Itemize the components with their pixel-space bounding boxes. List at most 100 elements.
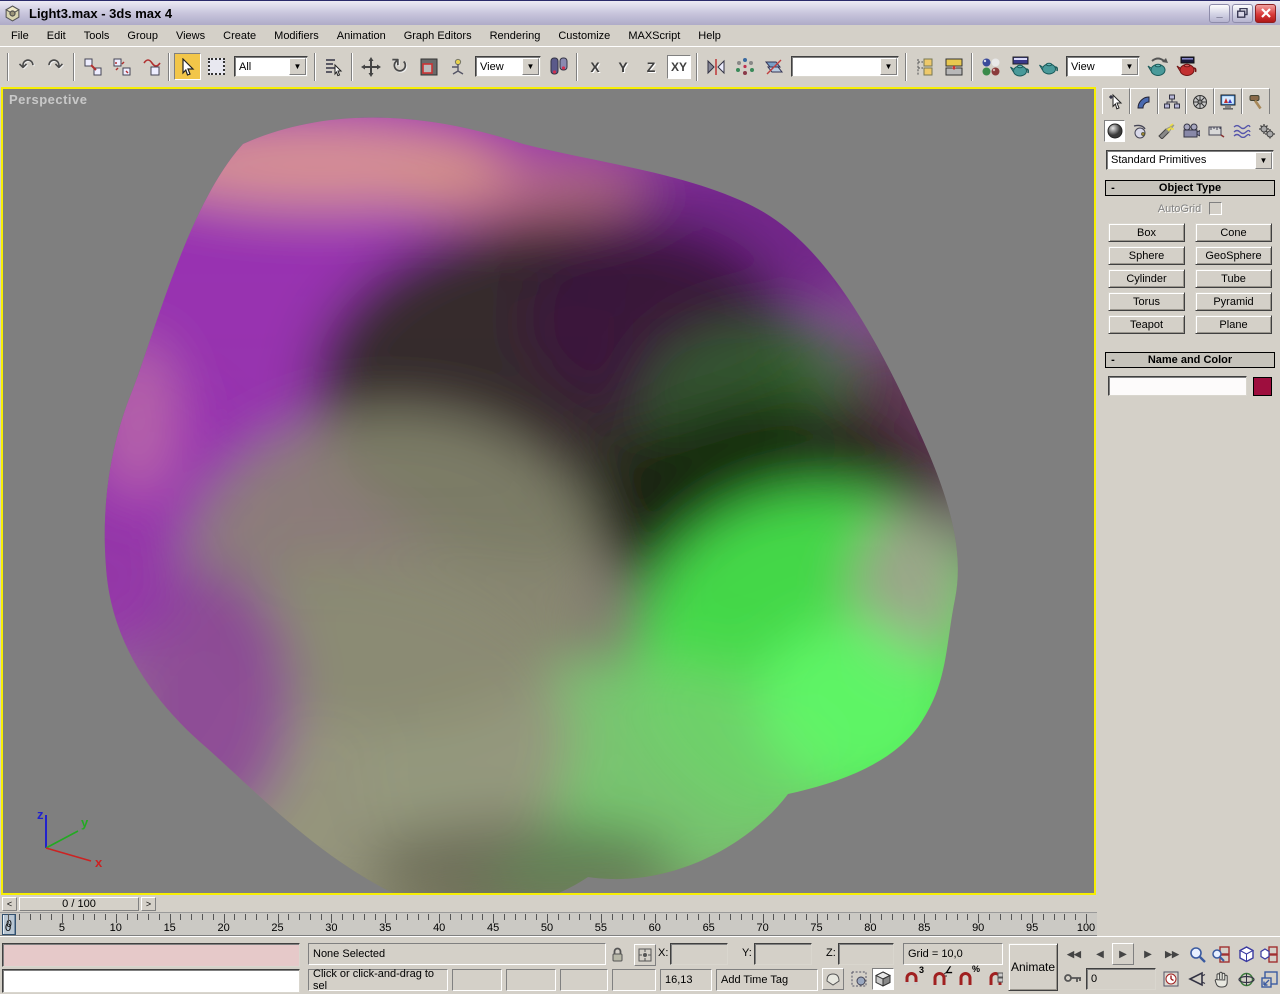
zoom-icon[interactable] <box>1186 943 1208 965</box>
cameras-icon[interactable] <box>1180 120 1201 142</box>
restrict-y-button[interactable]: Y <box>611 55 635 79</box>
goto-start-icon[interactable]: ◀◀ <box>1062 943 1086 965</box>
geometry-icon[interactable] <box>1104 120 1125 142</box>
render-last-icon[interactable] <box>1144 53 1171 80</box>
zoom-extents-all-icon[interactable] <box>1258 943 1280 965</box>
sphere-button[interactable]: Sphere <box>1108 246 1185 265</box>
minimize-button[interactable]: _ <box>1209 4 1230 23</box>
menu-item-file[interactable]: File <box>2 28 38 44</box>
motion-tab[interactable] <box>1186 88 1214 114</box>
named-selection-dropdown[interactable]: ▼ <box>791 56 899 77</box>
mirror-icon[interactable] <box>702 53 729 80</box>
dropdown-arrow-icon[interactable]: ▼ <box>880 58 897 75</box>
tube-button[interactable]: Tube <box>1195 269 1272 288</box>
menu-item-views[interactable]: Views <box>167 28 214 44</box>
select-object-icon[interactable] <box>174 53 201 80</box>
select-and-rotate-icon[interactable]: ↻ <box>386 53 413 80</box>
space-warps-icon[interactable] <box>1231 120 1252 142</box>
restrict-z-button[interactable]: Z <box>639 55 663 79</box>
select-and-scale-icon[interactable] <box>415 53 442 80</box>
menu-item-create[interactable]: Create <box>214 28 265 44</box>
array-icon[interactable] <box>731 53 758 80</box>
rectangular-selection-region-icon[interactable] <box>203 53 230 80</box>
unlink-selection-icon[interactable] <box>108 53 135 80</box>
category-dropdown[interactable]: Standard Primitives ▼ <box>1106 150 1274 170</box>
menu-item-tools[interactable]: Tools <box>75 28 119 44</box>
x-coord-input[interactable] <box>670 943 728 965</box>
selection-filter-region-icon[interactable] <box>848 968 870 990</box>
z-coord-input[interactable] <box>838 943 894 965</box>
menu-item-help[interactable]: Help <box>689 28 730 44</box>
restrict-x-button[interactable]: X <box>583 55 607 79</box>
menu-item-group[interactable]: Group <box>118 28 167 44</box>
previous-frame-arrow[interactable]: < <box>2 897 17 911</box>
select-by-name-icon[interactable] <box>320 53 347 80</box>
shapes-icon[interactable] <box>1129 120 1150 142</box>
viewport-label[interactable]: Perspective <box>9 92 88 107</box>
menu-item-modifiers[interactable]: Modifiers <box>265 28 328 44</box>
systems-icon[interactable] <box>1257 120 1278 142</box>
time-slider-button[interactable]: 0 / 100 <box>19 897 139 911</box>
previous-frame-icon[interactable]: ◀ <box>1090 943 1110 965</box>
helpers-icon[interactable] <box>1206 120 1227 142</box>
add-time-tag[interactable]: Add Time Tag <box>716 969 818 991</box>
align-icon[interactable] <box>760 53 787 80</box>
select-and-move-icon[interactable] <box>357 53 384 80</box>
use-pivot-point-center-icon[interactable] <box>545 53 572 80</box>
menu-item-maxscript[interactable]: MAXScript <box>619 28 689 44</box>
restrict-xy-plane-button[interactable]: XY <box>667 55 691 79</box>
autogrid-checkbox[interactable] <box>1209 202 1222 215</box>
degradation-override-icon[interactable] <box>822 968 844 990</box>
lights-icon[interactable] <box>1155 120 1176 142</box>
dropdown-arrow-icon[interactable]: ▼ <box>1255 152 1272 169</box>
y-coord-input[interactable] <box>754 943 812 965</box>
arc-rotate-icon[interactable] <box>1235 968 1257 990</box>
name-color-rollout-header[interactable]: - Name and Color <box>1105 352 1275 368</box>
menu-item-edit[interactable]: Edit <box>38 28 75 44</box>
maxscript-mini-listener-white[interactable] <box>2 969 300 993</box>
menu-item-graph-editors[interactable]: Graph Editors <box>395 28 481 44</box>
object-name-input[interactable] <box>1108 376 1247 396</box>
quick-render-icon[interactable] <box>1173 53 1200 80</box>
menu-item-animation[interactable]: Animation <box>328 28 395 44</box>
cylinder-button[interactable]: Cylinder <box>1108 269 1185 288</box>
maxscript-mini-listener-pink[interactable] <box>2 943 300 967</box>
dropdown-arrow-icon[interactable]: ▼ <box>289 58 306 75</box>
close-button[interactable] <box>1255 4 1276 23</box>
render-type-icon[interactable] <box>1035 53 1062 80</box>
pan-hand-icon[interactable] <box>1210 968 1232 990</box>
time-configuration-icon[interactable] <box>1160 968 1182 990</box>
goto-end-icon[interactable]: ▶▶ <box>1160 943 1184 965</box>
torus-button[interactable]: Torus <box>1108 292 1185 311</box>
restore-button[interactable] <box>1232 4 1253 23</box>
box-button[interactable]: Box <box>1108 223 1185 242</box>
geosphere-button[interactable]: GeoSphere <box>1195 246 1272 265</box>
select-and-manipulate-icon[interactable] <box>444 53 471 80</box>
modify-tab[interactable] <box>1130 88 1158 114</box>
min-max-toggle-icon[interactable] <box>1258 968 1280 990</box>
angle-snap-icon[interactable]: ∠ <box>928 968 950 990</box>
selection-lock-icon[interactable] <box>606 944 628 966</box>
schematic-view-icon[interactable] <box>940 53 967 80</box>
undo-icon[interactable]: ↶ <box>13 53 40 80</box>
absolute-mode-icon[interactable] <box>634 944 656 966</box>
pyramid-button[interactable]: Pyramid <box>1195 292 1272 311</box>
animate-button[interactable]: Animate <box>1008 943 1058 991</box>
field-of-view-icon[interactable] <box>1186 968 1208 990</box>
current-frame-input[interactable]: 0 <box>1086 968 1156 990</box>
hierarchy-tab[interactable] <box>1158 88 1186 114</box>
track-bar[interactable]: 0 05101520253035404550556065707580859095… <box>0 912 1097 936</box>
material-editor-icon[interactable] <box>977 53 1004 80</box>
display-tab[interactable] <box>1214 88 1242 114</box>
redo-icon[interactable]: ↷ <box>42 53 69 80</box>
perspective-viewport[interactable]: Perspective z y x <box>1 87 1096 895</box>
spinner-snap-icon[interactable] <box>984 968 1006 990</box>
snap-toggle-3d-icon[interactable]: 3 <box>900 968 922 990</box>
select-and-link-icon[interactable] <box>79 53 106 80</box>
selection-filter-dropdown[interactable]: All ▼ <box>234 56 308 77</box>
snap-cube-toggle-icon[interactable] <box>872 968 894 990</box>
cone-button[interactable]: Cone <box>1195 223 1272 242</box>
object-color-swatch[interactable] <box>1253 377 1272 396</box>
plane-button[interactable]: Plane <box>1195 315 1272 334</box>
menu-item-rendering[interactable]: Rendering <box>481 28 550 44</box>
